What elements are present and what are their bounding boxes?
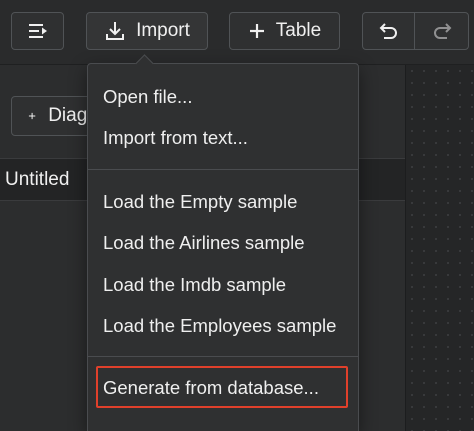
- undo-button[interactable]: [362, 12, 415, 50]
- menu-item-generate-from-database[interactable]: Generate from database...: [103, 377, 319, 399]
- diagram-tab-label: Untitled: [5, 169, 70, 190]
- plus-icon: [28, 112, 36, 120]
- menu-item-load-empty-sample[interactable]: Load the Empty sample: [103, 191, 297, 213]
- plus-icon: [249, 24, 264, 38]
- menu-item-load-airlines-sample[interactable]: Load the Airlines sample: [103, 232, 305, 254]
- import-dropdown-menu: Open file... Import from text... Load th…: [87, 63, 359, 431]
- menu-toggle-button[interactable]: [11, 12, 64, 50]
- add-table-button-label: Table: [275, 20, 322, 41]
- menu-item-load-imdb-sample[interactable]: Load the Imdb sample: [103, 274, 286, 296]
- import-button[interactable]: Import: [86, 12, 208, 50]
- menu-divider: [88, 356, 358, 357]
- download-icon: [106, 22, 125, 40]
- menu-lines-arrow-icon: [28, 24, 47, 38]
- menu-item-open-file[interactable]: Open file...: [103, 86, 192, 108]
- menu-divider: [88, 169, 358, 170]
- import-button-label: Import: [136, 20, 190, 41]
- menu-item-import-from-text[interactable]: Import from text...: [103, 127, 248, 149]
- diagram-canvas[interactable]: [405, 65, 474, 431]
- menu-item-load-employees-sample[interactable]: Load the Employees sample: [103, 315, 336, 337]
- undo-icon: [379, 23, 397, 39]
- add-table-button[interactable]: Table: [229, 12, 340, 50]
- redo-icon: [433, 23, 451, 39]
- redo-button[interactable]: [414, 12, 469, 50]
- toolbar: Import Table: [0, 0, 474, 65]
